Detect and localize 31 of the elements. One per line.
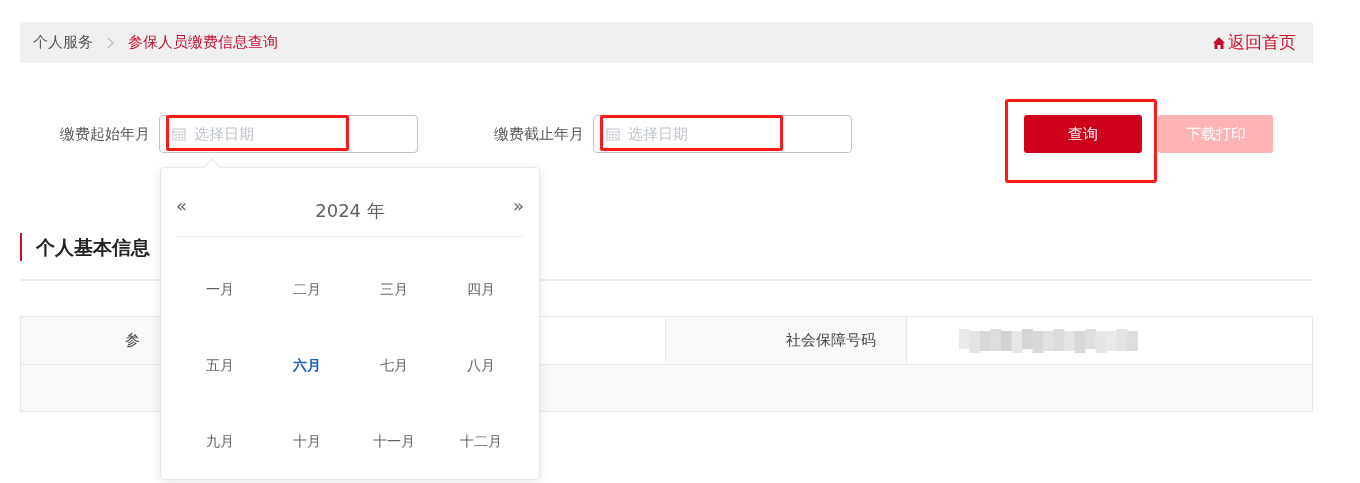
table-cell: 社会保障号码 (666, 317, 907, 364)
month-cell[interactable]: 六月 (288, 354, 325, 376)
breadcrumb-item[interactable]: 参保人员缴费信息查询 (128, 31, 278, 54)
month-cell[interactable]: 一月 (201, 278, 238, 300)
date-field[interactable]: 选择日期 (593, 115, 852, 153)
section-title: 个人基本信息 (36, 234, 150, 260)
month-cell[interactable]: 四月 (462, 278, 499, 300)
year-label[interactable]: 2024 年 (315, 196, 385, 224)
month-cell[interactable]: 十一月 (368, 430, 419, 452)
calendar-icon (172, 127, 186, 141)
month-cell[interactable]: 七月 (375, 354, 412, 376)
month-cell[interactable]: 十二月 (455, 430, 506, 452)
month-cell[interactable]: 五月 (201, 354, 238, 376)
field-label: 缴费截止年月 (493, 123, 584, 145)
date-field[interactable]: 选择日期 (159, 115, 418, 153)
next-year-button[interactable]: » (513, 192, 524, 219)
home-icon (1212, 35, 1226, 50)
previous-year-button[interactable]: « (176, 192, 187, 219)
chevron-icon (107, 36, 114, 49)
month-cell[interactable]: 三月 (375, 278, 412, 300)
search-button[interactable]: 查询 (1024, 115, 1142, 153)
month-cell[interactable]: 二月 (288, 278, 325, 300)
breadcrumb-item[interactable]: 个人服务 (33, 31, 93, 54)
month-cell[interactable]: 九月 (201, 430, 238, 452)
month-cell[interactable]: 八月 (462, 354, 499, 376)
calendar-icon (606, 127, 620, 141)
date-input[interactable]: 选择日期 (194, 122, 374, 146)
month-cell[interactable]: 十月 (288, 430, 325, 452)
field-label: 缴费起始年月 (59, 123, 150, 145)
home-link[interactable]: 返回首页 (1212, 29, 1300, 56)
date-input[interactable]: 选择日期 (628, 122, 808, 146)
